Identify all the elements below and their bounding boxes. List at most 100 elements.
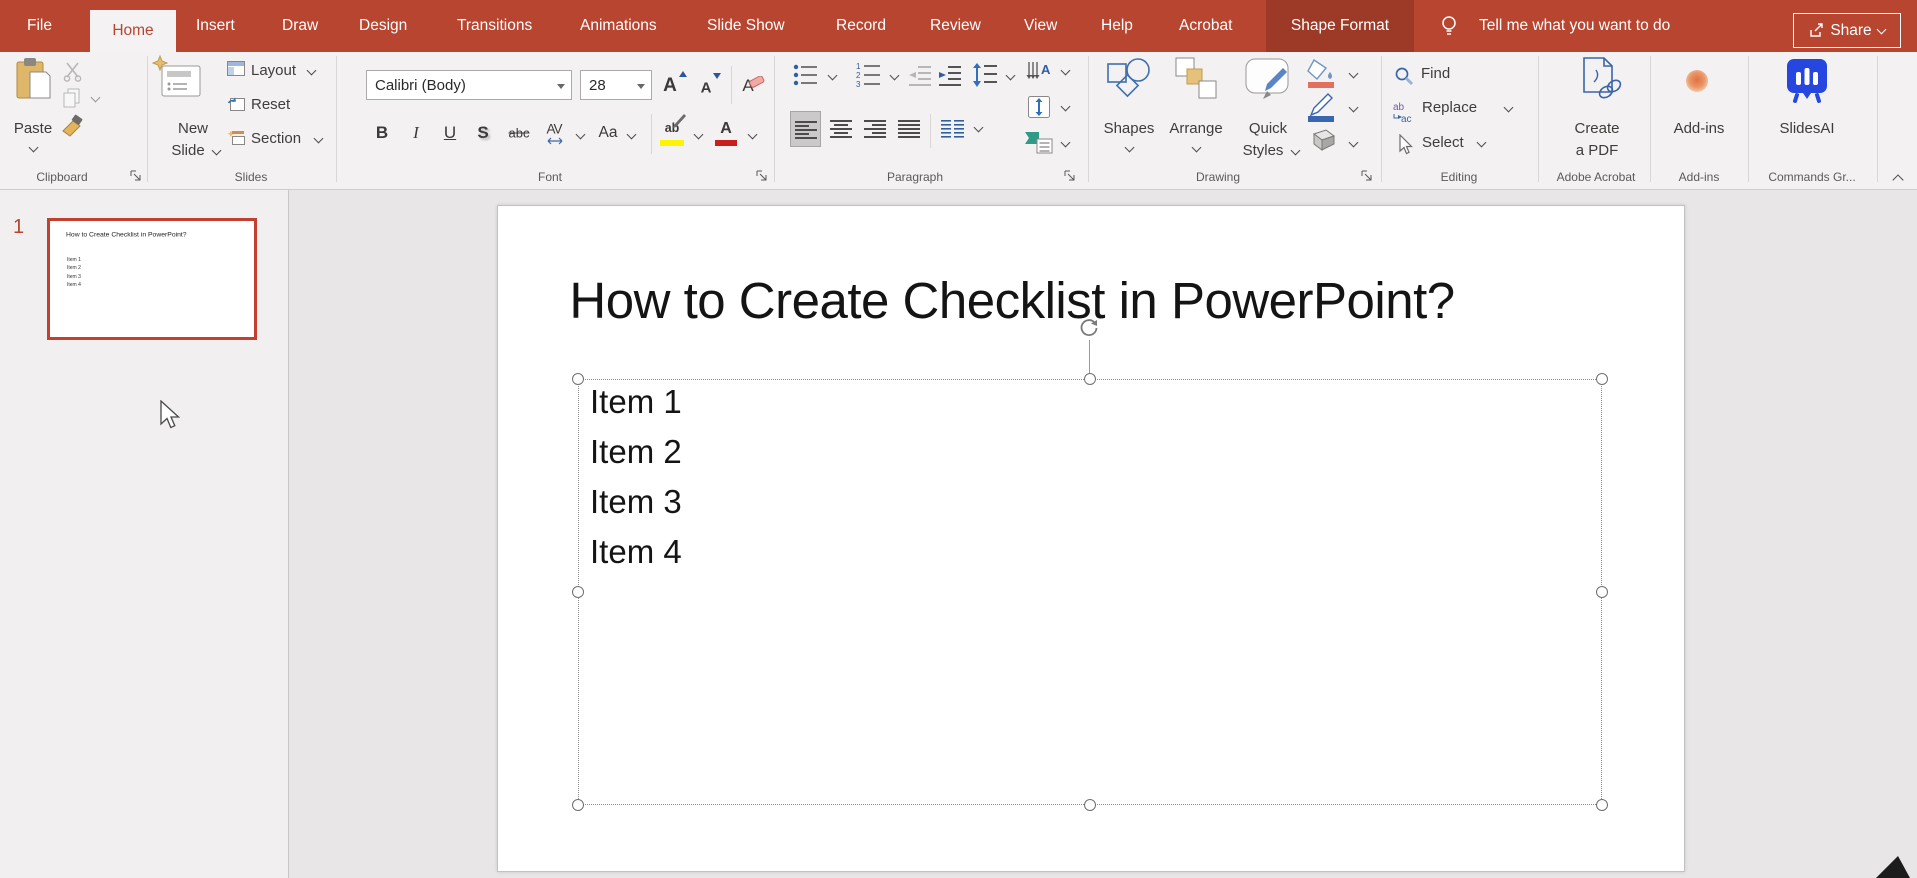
font-dialog-launcher-icon[interactable] [756, 170, 768, 182]
replace-icon[interactable]: ab ac [1392, 100, 1418, 124]
tab-shape-format[interactable]: Shape Format [1266, 0, 1414, 52]
select-icon[interactable] [1398, 134, 1416, 156]
resize-handle-bottom-right[interactable] [1596, 799, 1608, 811]
smartart-chevron-icon[interactable] [1060, 137, 1071, 148]
slide-body-item[interactable]: Item 4 [590, 527, 682, 577]
shape-outline-button[interactable] [1306, 92, 1336, 122]
layout-icon[interactable] [227, 61, 245, 76]
numbering-chevron-icon[interactable] [889, 70, 900, 81]
numbering-button[interactable]: 123 [855, 61, 883, 89]
line-spacing-button[interactable] [972, 62, 998, 88]
tab-home-selected[interactable]: Home [90, 10, 176, 52]
resize-handle-bottom-center[interactable] [1084, 799, 1096, 811]
shapes-icon[interactable] [1104, 56, 1154, 102]
align-text-chevron-icon[interactable] [1060, 101, 1071, 112]
font-size-dropdown-icon[interactable] [637, 84, 645, 89]
cut-icon[interactable] [62, 60, 84, 82]
resize-handle-top-left[interactable] [572, 373, 584, 385]
font-name-dropdown-icon[interactable] [557, 84, 565, 89]
font-color-button[interactable]: A [720, 120, 732, 138]
quick-styles-label-line2[interactable]: Styles [1243, 142, 1284, 159]
collapse-ribbon-icon[interactable] [1892, 174, 1904, 186]
rotate-handle-icon[interactable] [1077, 317, 1101, 341]
resize-handle-top-center[interactable] [1084, 373, 1096, 385]
tab-help[interactable]: Help [1101, 0, 1133, 52]
resize-handle-middle-right[interactable] [1596, 586, 1608, 598]
align-right-button[interactable] [864, 120, 886, 138]
copy-chevron-icon[interactable] [90, 92, 101, 103]
arrange-icon[interactable] [1172, 56, 1220, 102]
section-icon[interactable] [227, 129, 245, 145]
copy-icon[interactable] [62, 88, 82, 108]
find-label[interactable]: Find [1421, 65, 1450, 82]
decrease-indent-icon[interactable] [908, 64, 932, 86]
shapes-chevron-icon[interactable] [1124, 142, 1135, 153]
align-left-button-selected[interactable] [790, 111, 821, 147]
resize-handle-bottom-left[interactable] [572, 799, 584, 811]
layout-label[interactable]: Layout [251, 62, 296, 79]
create-pdf-icon[interactable] [1578, 56, 1624, 106]
create-pdf-label-line1[interactable]: Create [1574, 120, 1619, 137]
bullets-chevron-icon[interactable] [827, 70, 838, 81]
format-painter-icon[interactable] [60, 114, 86, 140]
align-center-button[interactable] [830, 120, 852, 138]
create-pdf-label-line2[interactable]: a PDF [1576, 142, 1619, 159]
layout-chevron-icon[interactable] [306, 65, 317, 76]
text-direction-button[interactable]: A [1026, 60, 1056, 88]
shape-fill-button[interactable] [1306, 58, 1336, 88]
content-placeholder-selection[interactable] [578, 379, 1602, 805]
slide-thumbnail-selected[interactable]: How to Create Checklist in PowerPoint? I… [47, 218, 257, 340]
new-slide-label-line2[interactable]: Slide [171, 142, 204, 159]
slidesai-icon[interactable] [1786, 58, 1828, 104]
tab-review[interactable]: Review [930, 0, 981, 52]
shrink-font-button[interactable]: A [701, 80, 712, 97]
slide-body-item[interactable]: Item 1 [590, 377, 682, 427]
reset-icon[interactable] [227, 95, 245, 111]
addins-button-label[interactable]: Add-ins [1674, 120, 1725, 137]
grow-font-button[interactable]: A [663, 75, 677, 97]
bullets-button[interactable] [793, 63, 819, 87]
tab-slide-show[interactable]: Slide Show [707, 0, 785, 52]
tab-insert[interactable]: Insert [196, 0, 235, 52]
shape-outline-chevron-icon[interactable] [1348, 102, 1359, 113]
select-label[interactable]: Select [1422, 134, 1464, 151]
replace-chevron-icon[interactable] [1503, 102, 1514, 113]
line-spacing-chevron-icon[interactable] [1005, 70, 1016, 81]
quick-styles-label-line1[interactable]: Quick [1249, 120, 1287, 137]
shape-effects-chevron-icon[interactable] [1348, 137, 1359, 148]
convert-to-smartart-button[interactable] [1024, 130, 1054, 156]
tab-view[interactable]: View [1024, 0, 1057, 52]
resize-handle-middle-left[interactable] [572, 586, 584, 598]
replace-label[interactable]: Replace [1422, 99, 1477, 116]
resize-handle-top-right[interactable] [1596, 373, 1608, 385]
new-slide-chevron-icon[interactable] [211, 145, 222, 156]
shapes-label[interactable]: Shapes [1104, 120, 1155, 137]
slidesai-button-label[interactable]: SlidesAI [1779, 120, 1834, 137]
reset-label[interactable]: Reset [251, 96, 290, 113]
highlight-chevron-icon[interactable] [693, 129, 704, 140]
paste-label[interactable]: Paste [14, 120, 52, 137]
increase-indent-icon[interactable] [938, 64, 962, 86]
font-color-chevron-icon[interactable] [747, 129, 758, 140]
tab-record[interactable]: Record [836, 0, 886, 52]
align-text-button[interactable] [1026, 94, 1052, 120]
paste-button[interactable] [14, 56, 52, 102]
slide-body-item[interactable]: Item 3 [590, 477, 682, 527]
new-slide-label-line1[interactable]: New [178, 120, 208, 137]
drawing-dialog-launcher-icon[interactable] [1361, 170, 1373, 182]
tab-design[interactable]: Design [359, 0, 407, 52]
new-slide-icon[interactable] [150, 54, 202, 104]
paste-chevron-icon[interactable] [28, 142, 39, 153]
char-spacing-chevron-icon[interactable] [575, 129, 586, 140]
slide-title-text[interactable]: How to Create Checklist in PowerPoint? [569, 271, 1455, 330]
font-name-combobox[interactable]: Calibri (Body) [366, 70, 572, 100]
tab-acrobat[interactable]: Acrobat [1179, 0, 1232, 52]
char-spacing-button[interactable]: AV [546, 122, 562, 137]
tab-animations[interactable]: Animations [580, 0, 657, 52]
tab-file[interactable]: File [27, 0, 52, 52]
tab-draw[interactable]: Draw [282, 0, 318, 52]
strikethrough-button[interactable]: abc [509, 126, 530, 141]
columns-chevron-icon[interactable] [973, 122, 984, 133]
slide-body-item[interactable]: Item 2 [590, 427, 682, 477]
text-shadow-button[interactable]: S [477, 123, 488, 143]
